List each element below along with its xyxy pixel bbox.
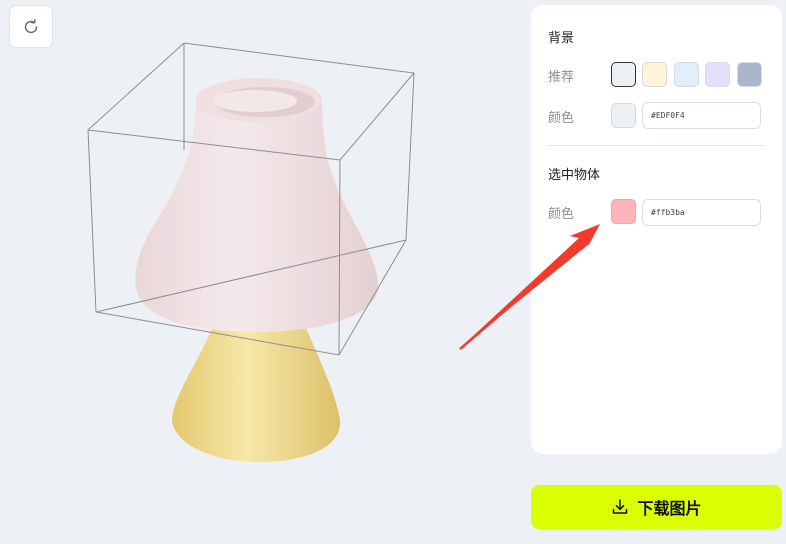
background-color-label: 颜色 xyxy=(548,111,575,126)
swatch-bg-3[interactable] xyxy=(705,62,730,87)
background-color-picker[interactable] xyxy=(611,103,636,128)
swatch-bg-4[interactable] xyxy=(737,62,762,87)
scene-canvas[interactable] xyxy=(0,0,525,540)
swatch-bg-0[interactable] xyxy=(611,62,636,87)
background-hex-input[interactable]: #EDF0F4 xyxy=(642,102,761,129)
selected-object-section-title: 选中物体 xyxy=(548,168,601,183)
lamp-shade[interactable] xyxy=(135,78,379,332)
object-color-label: 颜色 xyxy=(548,207,575,222)
refresh-icon xyxy=(24,18,38,33)
object-hex-input[interactable]: #ffb3ba xyxy=(642,199,761,226)
lamp-base[interactable] xyxy=(172,328,341,462)
settings-panel: 背景 推荐 颜色 #EDF0F4 选中物体 颜色 #ffb3ba xyxy=(531,5,782,454)
download-image-button[interactable]: 下载图片 xyxy=(531,485,782,529)
background-section-title: 背景 xyxy=(548,31,575,46)
section-divider xyxy=(548,145,764,146)
recommend-label: 推荐 xyxy=(548,70,575,85)
swatch-bg-2[interactable] xyxy=(674,62,699,87)
download-icon xyxy=(611,498,629,516)
viewport-3d[interactable] xyxy=(0,0,525,540)
download-label: 下载图片 xyxy=(637,499,702,518)
swatch-bg-1[interactable] xyxy=(642,62,667,87)
object-color-picker[interactable] xyxy=(611,199,636,224)
reset-view-button[interactable] xyxy=(9,5,53,48)
